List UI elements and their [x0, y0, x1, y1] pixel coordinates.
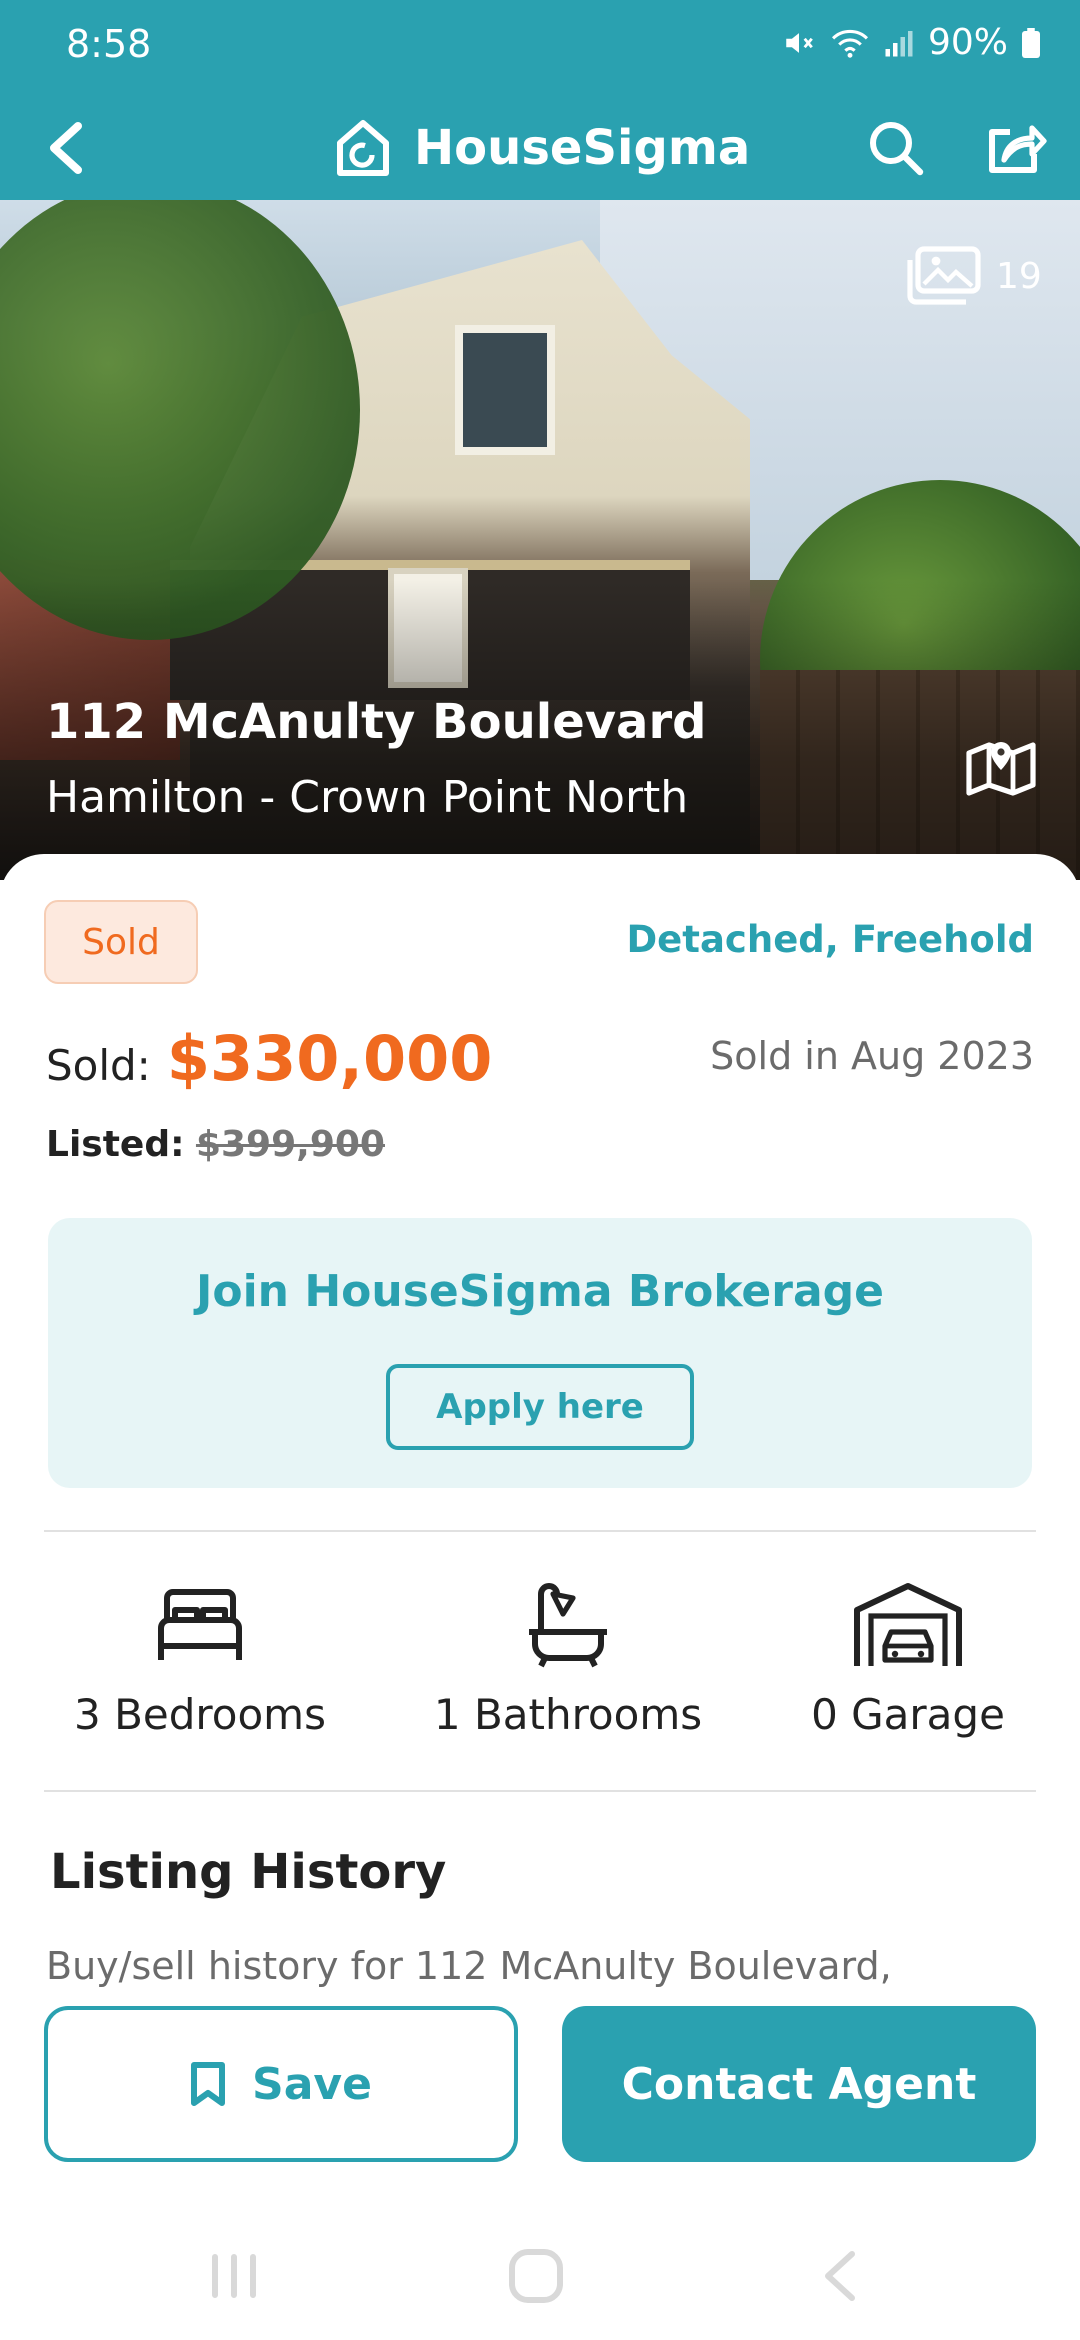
status-icons: 90%: [782, 22, 1040, 63]
listing-history-description: Buy/sell history for 112 McAnulty Boulev…: [46, 1944, 892, 1988]
bed-icon: [50, 1580, 350, 1670]
photo-window: [455, 325, 555, 455]
search-button[interactable]: [854, 106, 938, 190]
back-button[interactable]: [28, 110, 104, 186]
bedrooms-label: 3 Bedrooms: [74, 1690, 326, 1739]
listing-address: 112 McAnulty Boulevard: [46, 694, 707, 750]
back-nav-button[interactable]: [800, 2244, 880, 2308]
contact-agent-button[interactable]: Contact Agent: [562, 2006, 1036, 2162]
save-button[interactable]: Save: [44, 2006, 518, 2162]
recent-apps-icon: [212, 2254, 256, 2298]
search-icon: [870, 122, 924, 176]
bookmark-icon: [191, 2062, 226, 2106]
feature-bedrooms: 3 Bedrooms: [50, 1580, 350, 1739]
divider: [44, 1530, 1036, 1532]
property-features: 3 Bedrooms 1 Bathrooms 0 Garage: [0, 1580, 1080, 1760]
garage-label: 0 Garage: [811, 1690, 1005, 1739]
wifi-icon: [830, 26, 870, 60]
property-type: Detached, Freehold: [626, 918, 1034, 961]
bathrooms-label: 1 Bathrooms: [433, 1690, 703, 1739]
apply-button[interactable]: Apply here: [386, 1364, 694, 1450]
garage-icon: [758, 1580, 1058, 1670]
status-bar: 8:58 90%: [0, 0, 1080, 96]
recent-apps-button[interactable]: [194, 2244, 274, 2308]
listed-price-row: Listed: $399,900: [46, 1124, 385, 1165]
status-badge: Sold: [44, 900, 198, 984]
sold-price: $330,000: [166, 1022, 493, 1095]
back-nav-icon: [825, 2251, 855, 2301]
share-button[interactable]: [974, 106, 1058, 190]
photo-gallery-button[interactable]: 19: [906, 246, 1042, 306]
sold-label: Sold:: [46, 1041, 151, 1090]
gallery-icon: [907, 246, 981, 305]
sold-price-row: Sold: $330,000: [46, 1022, 492, 1095]
listed-label: Listed:: [46, 1124, 185, 1165]
brokerage-promo-card: Join HouseSigma Brokerage Apply here: [48, 1218, 1032, 1488]
feature-garage: 0 Garage: [758, 1580, 1058, 1739]
battery-icon: [1022, 27, 1040, 58]
top-app-bar: HouseSigma: [0, 96, 1080, 200]
save-label: Save: [252, 2058, 372, 2110]
map-button[interactable]: [964, 736, 1038, 802]
battery-percent: 90%: [927, 22, 1008, 63]
listed-price: $399,900: [195, 1124, 385, 1165]
signal-icon: [884, 28, 914, 58]
feature-bathrooms: 1 Bathrooms: [418, 1580, 718, 1739]
bathtub-icon: [418, 1580, 718, 1670]
brand-name: HouseSigma: [414, 120, 751, 176]
system-navigation-bar: [0, 2210, 1080, 2340]
brand-logo[interactable]: HouseSigma: [334, 106, 750, 190]
logo-house-icon: [337, 120, 389, 176]
photo-count: 19: [996, 255, 1042, 297]
promo-title: Join HouseSigma Brokerage: [196, 1266, 884, 1317]
home-button[interactable]: [496, 2244, 576, 2308]
map-icon: [966, 742, 1036, 796]
listing-neighbourhood: Hamilton - Crown Point North: [46, 772, 689, 823]
home-icon: [509, 2249, 563, 2303]
bottom-action-bar: Save Contact Agent: [0, 1990, 1080, 2200]
divider: [44, 1790, 1036, 1792]
status-time: 8:58: [66, 22, 152, 66]
share-icon: [989, 125, 1047, 173]
listing-history-title: Listing History: [50, 1844, 447, 1900]
back-icon: [50, 122, 82, 174]
mute-icon: [782, 26, 816, 60]
sold-date: Sold in Aug 2023: [710, 1034, 1034, 1078]
